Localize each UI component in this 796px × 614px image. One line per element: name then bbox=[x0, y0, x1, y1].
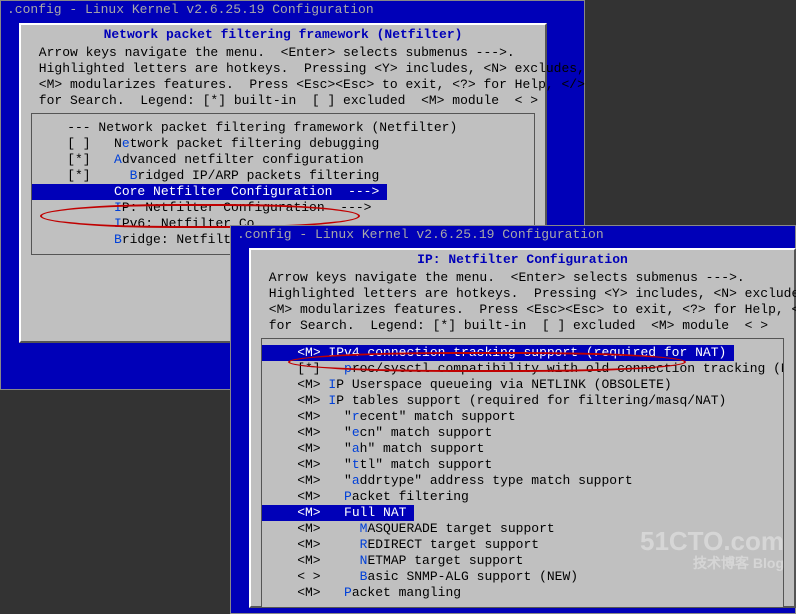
panel-title: IP: Netfilter Configuration bbox=[251, 250, 794, 268]
hotkey-char: e bbox=[122, 136, 130, 151]
hotkey-char: B bbox=[114, 232, 122, 247]
kernel-config-window-2: .config - Linux Kernel v2.6.25.19 Config… bbox=[230, 225, 796, 614]
hotkey-char: M bbox=[360, 521, 368, 536]
window-title: .config - Linux Kernel v2.6.25.19 Config… bbox=[231, 226, 795, 244]
menu-item[interactable]: <M> NETMAP target support bbox=[262, 553, 783, 569]
panel-title: Network packet filtering framework (Netf… bbox=[21, 25, 545, 43]
menu-item[interactable]: <M> IPv4 connection tracking support (re… bbox=[262, 345, 734, 361]
hotkey-char: p bbox=[344, 361, 352, 376]
menu-item[interactable]: <M> "recent" match support bbox=[262, 409, 783, 425]
menu-item[interactable]: <M> "addrtype" address type match suppor… bbox=[262, 473, 783, 489]
menu-item[interactable]: <M> Full NAT bbox=[262, 505, 414, 521]
menu-item[interactable]: <M> Packet mangling bbox=[262, 585, 783, 601]
menu-item[interactable]: IP: Netfilter Configuration ---> bbox=[32, 200, 534, 216]
hotkey-char: a bbox=[352, 441, 360, 456]
menu-item[interactable]: <M> IP tables support (required for filt… bbox=[262, 393, 783, 409]
hotkey-char: R bbox=[360, 537, 368, 552]
hotkey-char: C bbox=[114, 184, 122, 199]
hotkey-char: I bbox=[328, 377, 336, 392]
hotkey-char: t bbox=[352, 457, 360, 472]
help-text: Arrow keys navigate the menu. <Enter> se… bbox=[21, 43, 545, 109]
menu-item[interactable]: <M> "ttl" match support bbox=[262, 457, 783, 473]
hotkey-char: A bbox=[114, 152, 122, 167]
menu-item[interactable]: <M> "ecn" match support bbox=[262, 425, 783, 441]
hotkey-char: I bbox=[114, 200, 122, 215]
menu-item[interactable]: <M> REDIRECT target support bbox=[262, 537, 783, 553]
menu-panel: IP: Netfilter Configuration Arrow keys n… bbox=[249, 248, 796, 608]
hotkey-char: P bbox=[344, 489, 352, 504]
hotkey-char: a bbox=[352, 473, 360, 488]
hotkey-char: M bbox=[305, 345, 313, 360]
hotkey-char: r bbox=[352, 409, 360, 424]
menu-listbox[interactable]: <M> IPv4 connection tracking support (re… bbox=[261, 338, 784, 608]
hotkey-char: B bbox=[130, 168, 138, 183]
menu-item[interactable]: < > Basic SNMP-ALG support (NEW) bbox=[262, 569, 783, 585]
menu-item[interactable]: <M> Packet filtering bbox=[262, 489, 783, 505]
menu-item[interactable]: --- Network packet filtering framework (… bbox=[32, 120, 534, 136]
menu-item[interactable]: [ ] Network packet filtering debugging bbox=[32, 136, 534, 152]
hotkey-char: I bbox=[328, 393, 336, 408]
hotkey-char: B bbox=[360, 569, 368, 584]
menu-item[interactable]: Core Netfilter Configuration ---> bbox=[32, 184, 387, 200]
menu-item[interactable]: [*] Bridged IP/ARP packets filtering bbox=[32, 168, 534, 184]
menu-item[interactable]: <M> "ah" match support bbox=[262, 441, 783, 457]
hotkey-char: P bbox=[344, 585, 352, 600]
hotkey-char: e bbox=[352, 425, 360, 440]
menu-item[interactable]: <M> MASQUERADE target support bbox=[262, 521, 783, 537]
menu-item[interactable]: [*] Advanced netfilter configuration bbox=[32, 152, 534, 168]
menu-item[interactable]: <M> IP Userspace queueing via NETLINK (O… bbox=[262, 377, 783, 393]
hotkey-char: N bbox=[360, 553, 368, 568]
window-title: .config - Linux Kernel v2.6.25.19 Config… bbox=[1, 1, 584, 19]
help-text: Arrow keys navigate the menu. <Enter> se… bbox=[251, 268, 794, 334]
hotkey-char: F bbox=[344, 505, 352, 520]
menu-item[interactable]: [*] proc/sysctl compatibility with old c… bbox=[262, 361, 783, 377]
hotkey-char: I bbox=[114, 216, 122, 231]
